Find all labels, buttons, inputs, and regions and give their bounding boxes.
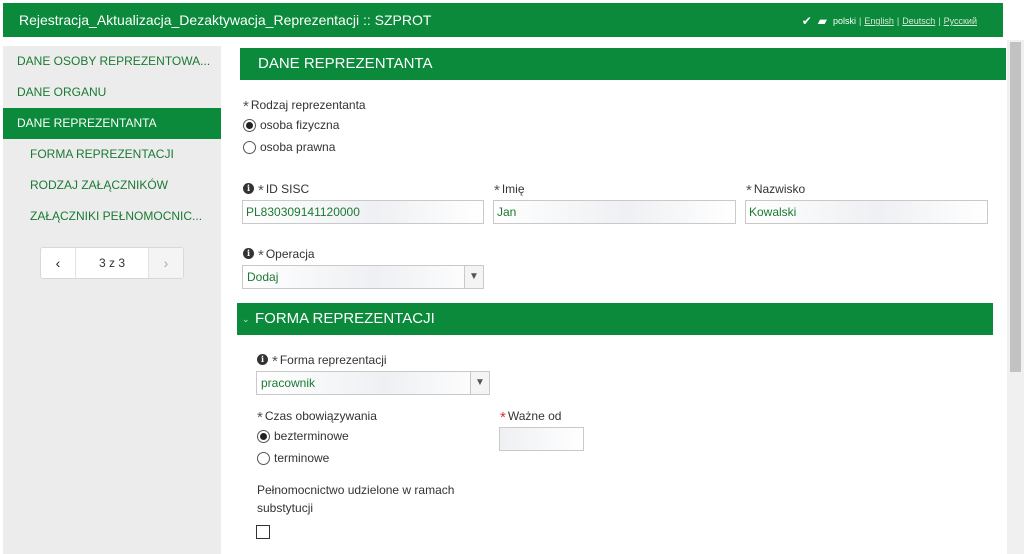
- pager-info: 3 z 3: [75, 248, 149, 278]
- substytucja-checkbox[interactable]: [256, 525, 270, 539]
- substytucja-label-line1: Pełnomocnictwo udzielone w ramach: [257, 483, 455, 497]
- wazne-od-label: * Ważne od: [500, 407, 562, 427]
- nazwisko-text: Nazwisko: [753, 181, 806, 196]
- rodzaj-reprezentanta-label: * Rodzaj reprezentanta: [243, 96, 366, 116]
- forma-reprezentacji-label: i * Forma reprezentacji: [257, 351, 387, 370]
- section-title: FORMA REPREZENTACJI: [255, 310, 435, 327]
- header-tools: ✔ ▰ polski | English | Deutsch | Русский: [802, 14, 977, 28]
- radio-label: osoba fizyczna: [260, 118, 340, 132]
- radio-label: osoba prawna: [260, 140, 336, 154]
- info-icon[interactable]: i: [243, 248, 254, 259]
- forma-reprezentacji-select[interactable]: pracownik ▼: [256, 371, 490, 395]
- sidebar-item-dane-reprezentanta[interactable]: DANE REPREZENTANTA: [3, 108, 221, 139]
- radio-label: terminowe: [274, 451, 330, 465]
- operacja-value: Dodaj: [247, 270, 279, 284]
- radio-button[interactable]: [257, 429, 270, 443]
- required-marker: *: [272, 353, 278, 370]
- imie-input[interactable]: Jan: [493, 200, 736, 224]
- dropdown-arrow-icon[interactable]: ▼: [464, 266, 483, 288]
- page-scrollbar[interactable]: [1007, 40, 1024, 554]
- sidebar-nav: DANE OSOBY REPREZENTOWA... DANE ORGANU D…: [3, 46, 221, 554]
- radio-terminowe[interactable]: terminowe: [257, 451, 329, 465]
- operacja-select[interactable]: Dodaj ▼: [242, 265, 484, 289]
- app-header: Rejestracja_Aktualizacja_Dezaktywacja_Re…: [3, 3, 1003, 37]
- chevron-left-icon[interactable]: ‹: [41, 248, 75, 278]
- wazne-od-input[interactable]: [499, 427, 584, 451]
- imie-label: * Imię: [494, 180, 525, 200]
- radio-osoba-prawna[interactable]: osoba prawna: [243, 140, 335, 154]
- radio-button[interactable]: [257, 451, 270, 465]
- required-marker: *: [258, 182, 264, 199]
- scrollbar-thumb[interactable]: [1010, 42, 1021, 372]
- sidebar-item-dane-organu[interactable]: DANE ORGANU: [3, 77, 221, 108]
- substytucja-label-line2: substytucji: [257, 501, 314, 515]
- lang-separator: |: [859, 16, 862, 26]
- radio-button[interactable]: [243, 118, 256, 132]
- sidebar-item-dane-osoby-reprezentowanej[interactable]: DANE OSOBY REPREZENTOWA...: [3, 46, 221, 77]
- radio-button[interactable]: [243, 140, 256, 154]
- rodzaj-reprezentanta-text: Rodzaj reprezentanta: [250, 97, 366, 112]
- info-icon[interactable]: i: [257, 354, 268, 365]
- id-sisc-text: ID SISC: [265, 181, 310, 196]
- lang-link-deutsch[interactable]: Deutsch: [902, 16, 935, 26]
- czas-obowiazywania-label: * Czas obowiązywania: [257, 407, 377, 427]
- radio-osoba-fizyczna[interactable]: osoba fizyczna: [243, 118, 339, 132]
- lang-current: polski: [832, 16, 856, 26]
- imie-text: Imię: [501, 181, 525, 196]
- sidebar-item-rodzaj-zalacznikow[interactable]: RODZAJ ZAŁĄCZNIKÓW: [3, 170, 221, 201]
- page-title: Rejestracja_Aktualizacja_Dezaktywacja_Re…: [19, 12, 432, 28]
- sidebar-item-forma-reprezentacji[interactable]: FORMA REPREZENTACJI: [3, 139, 221, 170]
- required-marker: *: [257, 409, 263, 426]
- nazwisko-label: * Nazwisko: [746, 180, 806, 200]
- id-sisc-label: i * ID SISC: [243, 180, 310, 199]
- required-marker: *: [258, 247, 264, 264]
- sidebar-item-zalaczniki-pelnomocnictwa[interactable]: ZAŁĄCZNIKI PEŁNOMOCNIC...: [3, 201, 221, 232]
- check-icon[interactable]: ✔: [802, 14, 812, 28]
- radio-bezterminowe[interactable]: bezterminowe: [257, 429, 349, 443]
- operacja-label: i * Operacja: [243, 245, 315, 264]
- print-icon[interactable]: ▰: [818, 14, 827, 28]
- nazwisko-input[interactable]: Kowalski: [745, 200, 988, 224]
- lang-separator: |: [938, 16, 941, 26]
- dropdown-arrow-icon[interactable]: ▼: [470, 372, 489, 394]
- section-header-dane-reprezentanta: DANE REPREZENTANTA: [240, 48, 1006, 80]
- forma-reprezentacji-text: Forma reprezentacji: [279, 352, 387, 367]
- required-marker: *: [500, 409, 506, 426]
- forma-reprezentacji-value: pracownik: [261, 376, 316, 390]
- id-sisc-input[interactable]: PL830309141120000: [242, 200, 484, 224]
- collapse-caret-icon[interactable]: ⌄: [242, 303, 250, 335]
- info-icon[interactable]: i: [243, 183, 254, 194]
- chevron-right-icon[interactable]: ›: [149, 248, 183, 278]
- lang-separator: |: [896, 16, 900, 26]
- pager: ‹ 3 z 3 ›: [40, 247, 184, 279]
- lang-link-russian[interactable]: Русский: [944, 16, 977, 26]
- lang-link-english[interactable]: English: [864, 16, 894, 26]
- operacja-text: Operacja: [265, 246, 315, 261]
- required-marker: *: [494, 182, 500, 199]
- required-marker: *: [746, 182, 752, 199]
- radio-label: bezterminowe: [274, 429, 349, 443]
- czas-obowiazywania-text: Czas obowiązywania: [264, 408, 377, 423]
- wazne-od-text: Ważne od: [507, 408, 562, 423]
- section-header-forma-reprezentacji[interactable]: ⌄ FORMA REPREZENTACJI: [237, 303, 993, 335]
- required-marker: *: [243, 98, 249, 115]
